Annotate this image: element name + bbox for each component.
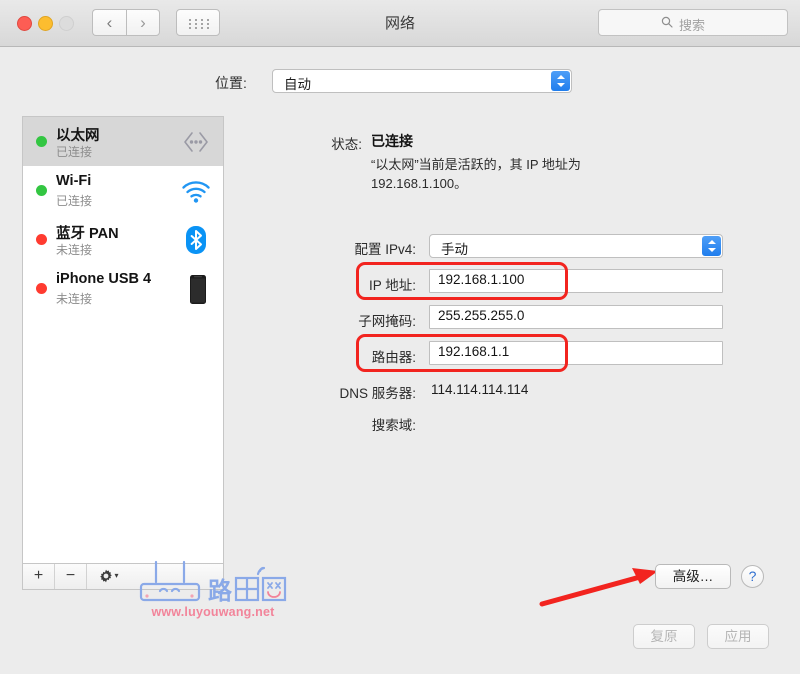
router-label: 路由器: [308,346,416,366]
status-label: 状态: [300,133,362,153]
wifi-icon [179,174,213,208]
sidebar-item-ethernet[interactable]: 以太网 已连接 [23,117,223,166]
service-name: Wi-Fi [56,173,91,189]
router-value: 192.168.1.1 [438,344,509,359]
status-dot [36,185,47,196]
status-dot [36,136,47,147]
search-icon [661,16,673,28]
services-toolbar: + − ▾ [22,564,224,590]
subnet-mask-value: 255.255.255.0 [438,308,524,323]
search-input[interactable]: 搜索 [598,9,788,36]
bluetooth-icon [179,223,213,257]
revert-button[interactable]: 复原 [633,624,695,649]
configure-ipv4-value: 手动 [441,238,468,258]
service-name: 蓝牙 PAN [56,222,119,243]
dns-servers-label: DNS 服务器: [300,382,416,402]
dns-servers-value: 114.114.114.114 [431,382,528,397]
ip-address-label: IP 地址: [308,274,416,294]
window-titlebar: ‹ › 网络 搜索 [0,0,800,47]
ethernet-icon [179,125,213,159]
sidebar-item-wifi[interactable]: Wi-Fi 已连接 [23,166,223,215]
router-input[interactable]: 192.168.1.1 [429,341,723,365]
chevron-updown-icon[interactable] [702,236,721,256]
network-services-list[interactable]: 以太网 已连接 Wi-Fi 已连接 [22,116,224,564]
search-domains-label: 搜索域: [308,414,416,434]
iphone-icon [179,272,213,306]
status-dot [36,283,47,294]
service-status: 未连接 [56,241,92,258]
status-dot [36,234,47,245]
service-name: 以太网 [56,124,100,145]
service-status: 已连接 [56,192,92,209]
sidebar-item-bluetooth-pan[interactable]: 蓝牙 PAN 未连接 [23,215,223,264]
status-value: 已连接 [371,131,413,151]
status-description: “以太网”当前是活跃的，其 IP 地址为 192.168.1.100。 [371,155,671,193]
location-label: 位置: [215,73,247,93]
ip-address-input[interactable]: 192.168.1.100 [429,269,723,293]
chevron-down-icon: ▾ [114,564,118,588]
service-actions-button[interactable]: ▾ [87,564,131,589]
service-status: 未连接 [56,290,92,307]
subnet-mask-label: 子网掩码: [308,310,416,330]
service-name: iPhone USB 4 [56,271,151,287]
location-value: 自动 [284,73,311,93]
configure-ipv4-select[interactable]: 手动 [429,234,723,258]
watermark-url: www.luyouwang.net [133,605,293,619]
remove-service-button[interactable]: − [55,564,87,589]
gear-icon [99,567,113,591]
location-select[interactable]: 自动 [272,69,572,93]
add-service-button[interactable]: + [23,564,55,589]
subnet-mask-input[interactable]: 255.255.255.0 [429,305,723,329]
service-status: 已连接 [56,143,92,160]
advanced-button[interactable]: 高级… [655,564,731,589]
ip-address-value: 192.168.1.100 [438,272,524,287]
help-button[interactable]: ? [741,565,764,588]
apply-button[interactable]: 应用 [707,624,769,649]
sidebar-item-iphone-usb[interactable]: iPhone USB 4 未连接 [23,264,223,313]
search-placeholder: 搜索 [679,15,705,34]
network-preferences-window: ‹ › 网络 搜索 位置: 自动 以太网 [0,0,800,674]
configure-ipv4-label: 配置 IPv4: [308,238,416,258]
chevron-updown-icon[interactable] [551,71,570,91]
